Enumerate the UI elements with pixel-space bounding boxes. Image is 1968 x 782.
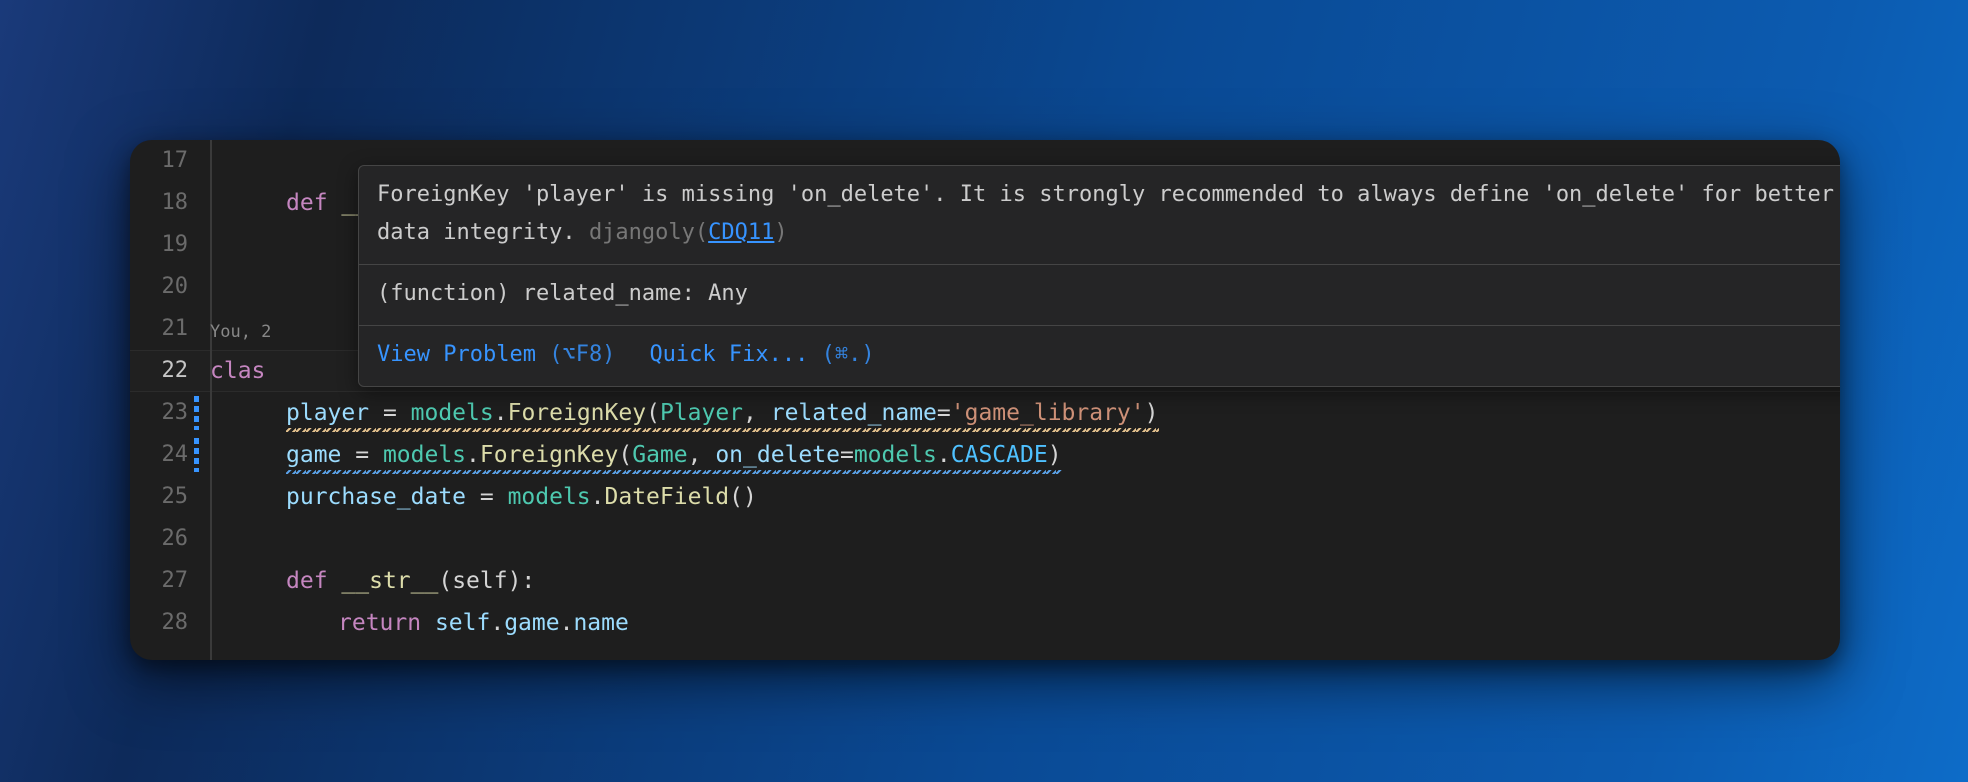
quick-fix-action[interactable]: Quick Fix... (⌘.) — [649, 336, 874, 374]
line-number: 26 — [130, 518, 188, 560]
editor-window: 17 18 19 20 21 22 23 24 25 26 27 28 def … — [130, 140, 1840, 660]
line-number: 18 — [130, 182, 188, 224]
line-number: 27 — [130, 560, 188, 602]
code-area[interactable]: def __str__(self): You, 2 clas player = … — [210, 140, 1840, 660]
line-number: 19 — [130, 224, 188, 266]
code-line[interactable]: player = models.ForeignKey(Player, relat… — [210, 392, 1840, 434]
tooltip-actions: View Problem (⌥F8) Quick Fix... (⌘.) — [359, 326, 1840, 386]
line-number: 22 — [130, 350, 188, 392]
tooltip-rule-link[interactable]: CDQ11 — [708, 220, 774, 245]
code-line[interactable]: game = models.ForeignKey(Game, on_delete… — [210, 434, 1840, 476]
tooltip-source: djangoly( — [589, 220, 708, 245]
tooltip-signature: (function) related_name: Any — [377, 281, 748, 306]
hover-tooltip: ForeignKey 'player' is missing 'on_delet… — [358, 165, 1840, 387]
info-squiggle[interactable]: game = models.ForeignKey(Game, on_delete… — [286, 434, 1062, 476]
code-line[interactable] — [210, 518, 1840, 560]
line-number: 24 — [130, 434, 188, 476]
line-number: 17 — [130, 140, 188, 182]
code-line[interactable]: return self.game.name — [210, 602, 1840, 644]
code-line[interactable]: def __str__(self): — [210, 560, 1840, 602]
line-number: 23 — [130, 392, 188, 434]
git-change-indicator — [194, 438, 199, 472]
tooltip-signature-section: (function) related_name: Any — [359, 265, 1840, 325]
warning-squiggle[interactable]: player = models.ForeignKey(Player, relat… — [286, 392, 1159, 434]
git-change-indicator — [194, 396, 199, 430]
line-number: 25 — [130, 476, 188, 518]
line-number: 20 — [130, 266, 188, 308]
line-number: 28 — [130, 602, 188, 644]
line-number: 21 — [130, 308, 188, 350]
code-line[interactable]: purchase_date = models.DateField() — [210, 476, 1840, 518]
view-problem-action[interactable]: View Problem (⌥F8) — [377, 336, 615, 374]
editor-body: 17 18 19 20 21 22 23 24 25 26 27 28 def … — [130, 140, 1840, 660]
tooltip-message-section: ForeignKey 'player' is missing 'on_delet… — [359, 166, 1840, 264]
